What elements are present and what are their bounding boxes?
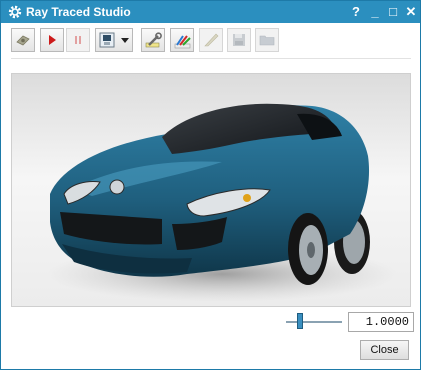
title-bar[interactable]: Ray Traced Studio ? _ □ ✕ — [1, 1, 420, 23]
pause-icon — [75, 36, 81, 44]
camera-icon — [16, 35, 30, 46]
floppy-icon — [233, 34, 245, 46]
chevron-down-icon — [121, 38, 129, 43]
color-pencils-icon — [174, 35, 191, 49]
slider-track — [286, 321, 342, 323]
pause-render-button[interactable] — [66, 28, 90, 52]
monitor-icon — [99, 32, 115, 48]
open-folder-button[interactable] — [255, 28, 279, 52]
folder-icon — [259, 35, 275, 46]
window-title: Ray Traced Studio — [26, 5, 131, 19]
car-render-image — [47, 103, 397, 302]
save-button[interactable] — [227, 28, 251, 52]
zoom-value-field[interactable]: 1.0000 — [348, 312, 414, 332]
slider-thumb[interactable] — [297, 313, 303, 329]
close-button[interactable]: Close — [360, 340, 409, 360]
minimize-button[interactable]: _ — [367, 3, 383, 21]
maximize-button[interactable]: □ — [385, 3, 401, 21]
close-window-button[interactable]: ✕ — [403, 3, 419, 21]
toolbar-divider — [11, 58, 411, 59]
ray-traced-studio-window: Ray Traced Studio ? _ □ ✕ 1.0000 Close — [0, 0, 421, 370]
help-button[interactable]: ? — [348, 3, 364, 21]
wrench-icon — [145, 32, 162, 48]
studio-settings-button[interactable] — [11, 28, 35, 52]
play-icon — [49, 35, 56, 45]
render-viewport[interactable] — [11, 73, 411, 307]
edit-scene-button[interactable] — [141, 28, 165, 52]
gear-icon — [8, 5, 22, 19]
color-settings-button[interactable] — [170, 28, 194, 52]
zoom-slider[interactable] — [286, 313, 342, 329]
toolbar — [11, 28, 411, 56]
save-image-button[interactable] — [199, 28, 223, 52]
display-mode-dropdown[interactable] — [95, 28, 133, 52]
start-render-button[interactable] — [40, 28, 64, 52]
image-icon — [204, 33, 219, 47]
